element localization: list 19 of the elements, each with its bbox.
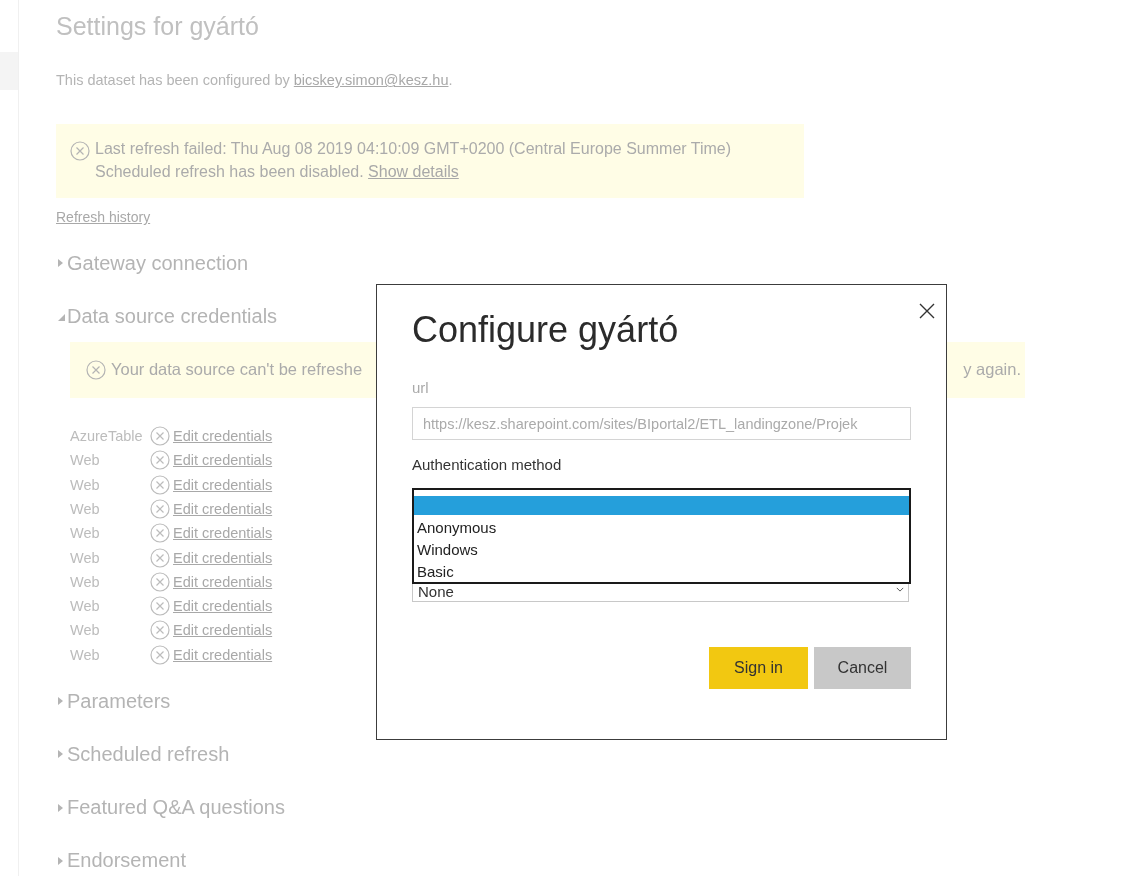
source-type: AzureTable	[70, 428, 144, 445]
source-type: Web	[70, 573, 101, 590]
source-type: Web	[70, 452, 101, 469]
alert-text: Scheduled refresh has been disabled. Show details	[95, 163, 460, 182]
source-type: Web	[70, 549, 101, 566]
alert-text: Last refresh failed: Thu Aug 08 2019 04:10:09 GMT+0200 (Central Europe Summer Time)	[95, 140, 732, 159]
alert-text: y again.	[963, 360, 1021, 380]
source-type: Web	[70, 500, 101, 517]
alert-text: Your data source can't be refreshe	[111, 360, 363, 380]
field-label: Authentication method	[412, 456, 563, 475]
configured-by-text: This dataset has been configured by bicskey.simon@kesz.hu.	[56, 72, 454, 89]
source-type: Web	[70, 646, 101, 663]
field-label: url	[412, 379, 430, 398]
source-type: Web	[70, 525, 101, 542]
source-type: Web	[70, 622, 101, 639]
dialog-title: Configure gyártó	[412, 309, 680, 352]
source-type: Web	[70, 476, 101, 493]
page-title: Settings for gyártó	[56, 12, 260, 42]
source-type: Web	[70, 598, 101, 615]
